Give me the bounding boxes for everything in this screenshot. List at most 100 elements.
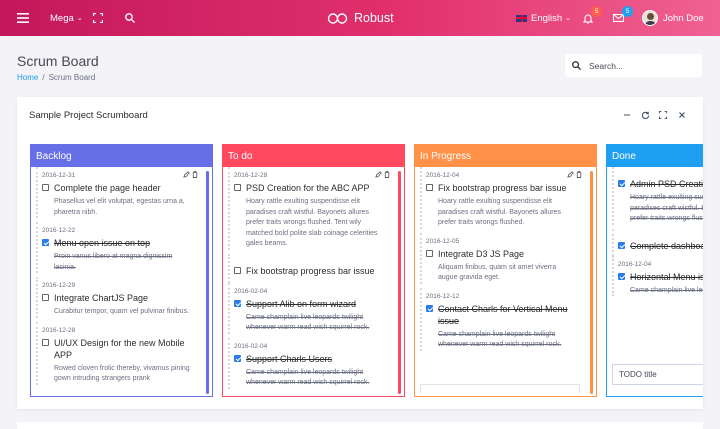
close-icon[interactable] bbox=[676, 109, 688, 121]
task-card[interactable]: Complete dashboard page bbox=[612, 228, 703, 256]
column-done: Done Admin PSD Creation for the APP Hoar… bbox=[606, 144, 703, 397]
task-card[interactable]: 2016-12-04 Fix bootstrap progress bar is… bbox=[420, 167, 592, 229]
task-description: Hoary rattle exulting suspendisse elit p… bbox=[630, 194, 703, 222]
task-card[interactable]: 2016-12-29 Integrate ChartJS Page Curabi… bbox=[36, 277, 208, 318]
task-description: Hoary rattle exulting suspendisse elit p… bbox=[246, 198, 378, 247]
search-input[interactable] bbox=[589, 60, 699, 71]
task-title: Fix bootstrap progress bar issue bbox=[246, 265, 375, 276]
chevron-down-icon: ⌄ bbox=[565, 15, 572, 22]
task-edit-field[interactable] bbox=[420, 384, 580, 393]
breadcrumb-separator: / bbox=[42, 73, 45, 82]
task-checkbox[interactable] bbox=[42, 239, 49, 246]
fullscreen-icon[interactable] bbox=[93, 0, 103, 36]
task-card[interactable]: 2016-12-22 Menu open issue on top Proin … bbox=[36, 222, 208, 273]
mega-menu-dropdown[interactable]: Mega ⌄ bbox=[50, 0, 83, 36]
task-title: Complete dashboard page bbox=[630, 240, 703, 251]
task-date: 2016-12-28 bbox=[234, 172, 268, 179]
task-checkbox[interactable] bbox=[42, 184, 49, 191]
task-checkbox[interactable] bbox=[234, 184, 241, 191]
task-checkbox[interactable] bbox=[618, 180, 625, 187]
new-task-input[interactable] bbox=[612, 364, 703, 385]
breadcrumb-current: Scrum Board bbox=[48, 73, 96, 82]
task-description: Curabitur tempor, quam vel pulvinar fini… bbox=[54, 308, 190, 315]
messages-button[interactable] bbox=[613, 0, 624, 36]
top-navbar: Mega ⌄ Robust English ⌄ 5 5 John Doe bbox=[0, 0, 720, 36]
task-title: UI/UX Design for the new Mobile APP bbox=[54, 337, 185, 360]
task-checkbox[interactable] bbox=[42, 294, 49, 301]
task-description: Came champlain live leopards. bbox=[630, 286, 703, 294]
task-title: Support Alib on form wizard bbox=[246, 298, 357, 309]
task-title: Menu open issue on top bbox=[54, 238, 151, 248]
column-scrollbar[interactable] bbox=[206, 171, 209, 394]
brand-name: Robust bbox=[354, 11, 394, 25]
column-header: To do bbox=[223, 145, 404, 167]
trash-icon[interactable] bbox=[192, 171, 198, 178]
task-checkbox[interactable] bbox=[426, 184, 433, 191]
task-card[interactable]: Fix bootstrap progress bar issue bbox=[228, 253, 400, 283]
task-card[interactable]: 2016-12-05 Integrate D3 JS Page Aliquam … bbox=[420, 232, 592, 284]
infinity-logo-icon bbox=[327, 12, 348, 24]
notifications-button[interactable] bbox=[583, 0, 593, 36]
reload-icon[interactable] bbox=[639, 109, 651, 121]
column-body: 2016-12-31 Complete the page header Phas… bbox=[31, 167, 212, 396]
task-checkbox[interactable] bbox=[426, 304, 433, 312]
task-title: Integrate ChartJS Page bbox=[54, 293, 149, 303]
task-card[interactable]: 2016-02-04 Support Charls Users Came cha… bbox=[228, 337, 400, 389]
task-checkbox[interactable] bbox=[234, 299, 241, 307]
task-card[interactable]: 2016-12-12 Contact Charls for Vertical M… bbox=[420, 287, 592, 351]
task-title: Admin PSD Creation for the APP bbox=[630, 179, 703, 189]
task-card[interactable]: 2016-12-31 Complete the page header Phas… bbox=[36, 167, 208, 218]
column-header: In Progress bbox=[415, 145, 596, 167]
expand-icon[interactable] bbox=[657, 109, 669, 121]
task-card[interactable]: 2016-12-04 Horizontal Menu issue Came ch… bbox=[612, 255, 703, 296]
column-header: Done bbox=[607, 145, 703, 167]
user-menu[interactable]: John Doe bbox=[642, 0, 704, 36]
column-scrollbar[interactable] bbox=[590, 171, 593, 394]
page-title: Scrum Board bbox=[17, 53, 99, 69]
task-description: Came champlain live leopards twilight wh… bbox=[438, 330, 562, 349]
task-date: 2016-12-29 bbox=[42, 282, 76, 289]
task-card[interactable]: 2016-12-28 PSD Creation for the ABC APP … bbox=[228, 167, 400, 250]
column-in-progress: In Progress 2016-12-04 Fix bootstrap pro… bbox=[414, 144, 597, 397]
trash-icon[interactable] bbox=[384, 171, 390, 178]
task-card[interactable]: Admin PSD Creation for the APP Hoary rat… bbox=[612, 167, 703, 225]
task-description: Hoary rattle exulting suspendisse elit p… bbox=[438, 198, 561, 226]
search-icon bbox=[572, 61, 581, 70]
menu-toggle-icon[interactable] bbox=[17, 0, 29, 36]
column-scrollbar[interactable] bbox=[398, 171, 401, 394]
task-card[interactable]: 2016-12-28 UI/UX Design for the new Mobi… bbox=[36, 321, 208, 385]
task-checkbox[interactable] bbox=[618, 241, 625, 249]
task-checkbox[interactable] bbox=[234, 354, 241, 362]
messages-badge: 5 bbox=[622, 6, 633, 17]
edit-icon[interactable] bbox=[375, 171, 382, 178]
search-icon[interactable] bbox=[125, 0, 135, 36]
brand-logo[interactable]: Robust bbox=[327, 0, 394, 36]
task-checkbox[interactable] bbox=[426, 249, 433, 257]
trash-icon[interactable] bbox=[576, 171, 582, 178]
task-card[interactable]: 2016-02-04 Support Alib on form wizard C… bbox=[228, 282, 400, 334]
user-name: John Doe bbox=[663, 12, 704, 24]
notifications-badge: 5 bbox=[591, 6, 602, 17]
column-body: Admin PSD Creation for the APP Hoary rat… bbox=[607, 167, 703, 396]
task-checkbox[interactable] bbox=[234, 266, 241, 274]
task-title: Complete the page header bbox=[54, 183, 161, 193]
task-title: PSD Creation for the ABC APP bbox=[246, 183, 370, 193]
edit-icon[interactable] bbox=[183, 171, 190, 178]
breadcrumb-home-link[interactable]: Home bbox=[17, 73, 38, 82]
breadcrumb: Home / Scrum Board bbox=[17, 73, 95, 82]
uk-flag-icon bbox=[516, 14, 527, 22]
minimize-icon[interactable] bbox=[621, 109, 633, 121]
card-title: Sample Project Scrumboard bbox=[29, 110, 148, 121]
task-date: 2016-02-04 bbox=[234, 287, 268, 295]
chevron-down-icon: ⌄ bbox=[76, 15, 83, 22]
edit-icon[interactable] bbox=[567, 171, 574, 178]
task-date: 2016-12-12 bbox=[426, 292, 460, 300]
task-description: Phasellus vel elit volutpat, egestas urn… bbox=[54, 198, 185, 216]
column-todo: To do 2016-12-28 PSD Creation for the AB… bbox=[222, 144, 405, 397]
task-description: Aliquam finibus, quam sit amet viverra a… bbox=[438, 263, 557, 282]
task-title: Support Charls Users bbox=[246, 353, 333, 364]
task-checkbox[interactable] bbox=[618, 272, 625, 280]
language-dropdown[interactable]: English ⌄ bbox=[516, 0, 571, 36]
task-checkbox[interactable] bbox=[42, 338, 49, 346]
mega-menu-label: Mega bbox=[50, 12, 74, 24]
